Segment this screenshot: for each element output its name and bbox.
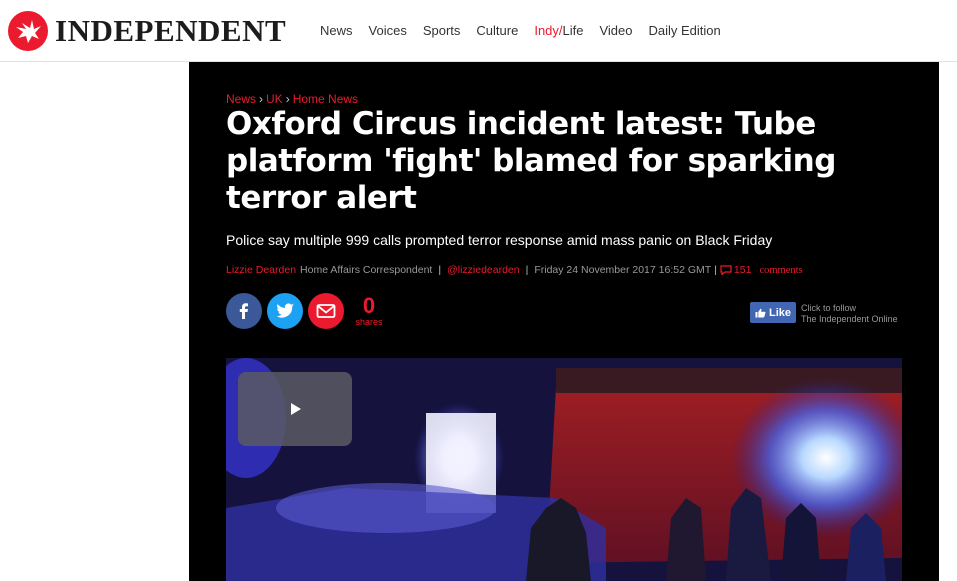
main-nav: News Voices Sports Culture Indy/Life Vid… [320,23,737,38]
breadcrumb-home-news[interactable]: Home News [293,92,358,106]
play-icon [291,403,301,415]
article-headline: Oxford Circus incident latest: Tube plat… [226,106,836,216]
breadcrumb-uk[interactable]: UK [266,92,283,106]
nav-item-sports[interactable]: Sports [423,23,461,38]
right-gutter [939,62,957,581]
share-facebook-button[interactable] [226,293,262,329]
video-player[interactable] [226,358,902,581]
article-date: Friday 24 November 2017 16:52 GMT [534,264,712,276]
author-name[interactable]: Lizzie Dearden [226,264,296,276]
nav-item-indy-life[interactable]: Indy/Life [534,23,583,38]
share-count-label: shares [355,317,383,327]
video-play-button[interactable] [238,372,352,446]
eagle-logo-icon [8,11,48,51]
article-standfirst: Police say multiple 999 calls prompted t… [226,232,773,248]
email-icon [316,304,336,318]
nav-item-daily-edition[interactable]: Daily Edition [649,23,721,38]
site-header: INDEPENDENT News Voices Sports Culture I… [0,0,957,62]
nav-item-voices[interactable]: Voices [369,23,407,38]
site-wordmark: INDEPENDENT [55,13,287,48]
comment-icon [720,265,732,275]
byline-divider: | [525,264,529,276]
byline-divider: | [714,264,717,276]
nav-indy-prefix: Indy/ [534,23,563,38]
thumbs-up-icon [755,308,766,317]
byline-divider: | [438,264,442,276]
nav-item-culture[interactable]: Culture [476,23,518,38]
nav-item-video[interactable]: Video [599,23,632,38]
comments-label: comments [759,264,803,276]
share-bar: 0 shares [226,293,384,329]
author-role: Home Affairs Correspondent [300,264,433,276]
facebook-follow-text: Click to follow The Independent Online [801,303,898,325]
breadcrumb-news[interactable]: News [226,92,256,106]
author-twitter[interactable]: @lizziedearden [447,264,520,276]
share-count-number: 0 [362,293,376,318]
article-byline: Lizzie Dearden Home Affairs Corresponden… [226,264,803,276]
breadcrumb: News › UK › Home News [226,92,358,106]
share-count: 0 shares [354,293,384,328]
breadcrumb-separator: › [259,92,264,106]
left-gutter [0,62,189,581]
article-hero: News › UK › Home News Oxford Circus incident… [189,62,939,581]
comments-count: 151 [733,264,752,276]
follow-line-1: Click to follow [801,303,857,313]
breadcrumb-separator: › [285,92,290,106]
share-email-button[interactable] [308,293,344,329]
nav-item-news[interactable]: News [320,23,353,38]
follow-line-2: The Independent Online [801,314,898,324]
like-label: Like [768,306,791,319]
site-logo[interactable]: INDEPENDENT [8,11,300,51]
twitter-icon [276,303,294,318]
comments-link[interactable]: 151 comments [720,264,803,276]
facebook-like-button[interactable]: Like [750,302,796,323]
facebook-icon [239,303,248,319]
share-twitter-button[interactable] [267,293,303,329]
nav-indy-suffix: Life [562,23,584,38]
